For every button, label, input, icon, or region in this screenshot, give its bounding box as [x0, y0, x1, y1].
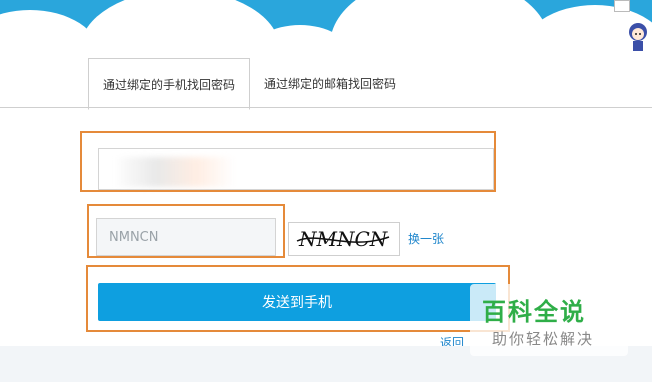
- tab-label: 通过绑定的邮箱找回密码: [263, 76, 396, 91]
- watermark-logo: 百科全说: [482, 298, 586, 326]
- settings-icon[interactable]: [614, 0, 630, 12]
- highlight-box: [87, 204, 285, 258]
- header-banner: [0, 0, 652, 60]
- highlight-box: [80, 131, 496, 192]
- highlight-box: [86, 265, 510, 332]
- mascot-icon: [629, 23, 647, 51]
- captcha-image: NMNCN: [288, 222, 400, 256]
- captcha-text: NMNCN: [298, 227, 389, 251]
- tab-phone-recovery[interactable]: 通过绑定的手机找回密码: [88, 58, 250, 110]
- cloud-decoration: [330, 0, 550, 60]
- tab-label: 通过绑定的手机找回密码: [102, 77, 235, 92]
- refresh-captcha-link[interactable]: 换一张: [408, 230, 444, 247]
- watermark-slogan: 助你轻松解决: [492, 330, 595, 348]
- tab-email-recovery[interactable]: 通过绑定的邮箱找回密码: [250, 58, 410, 108]
- watermark: 百科全说 助你轻松解决: [470, 284, 628, 356]
- tabs-divider: [0, 107, 652, 108]
